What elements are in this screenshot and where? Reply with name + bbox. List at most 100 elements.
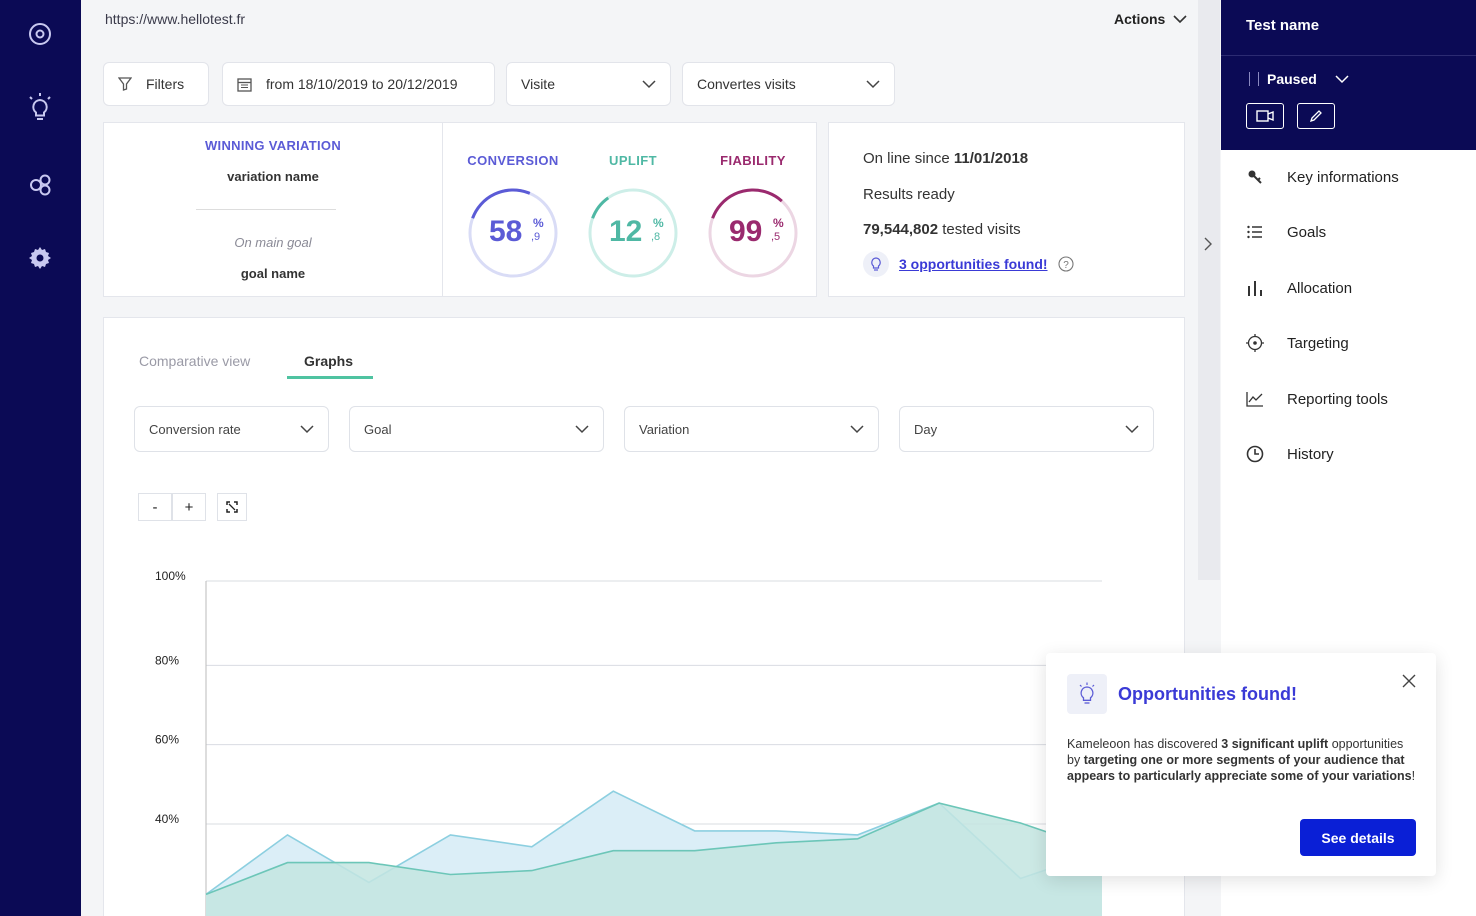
info-card: On line since 11/01/2018 Results ready 7…: [828, 122, 1185, 297]
help-icon[interactable]: ?: [1057, 256, 1074, 272]
popup-text-1: Kameleoon has discovered: [1067, 737, 1222, 751]
clock-icon: [1245, 444, 1265, 464]
sidebar-item-history[interactable]: History: [1245, 444, 1334, 464]
visits-suffix: tested visits: [942, 221, 1021, 238]
winning-variation-card: WINNING VARIATION variation name On main…: [103, 122, 443, 297]
svg-text:?: ?: [1063, 260, 1069, 271]
test-header: Test name Paused: [1221, 0, 1476, 150]
tab-comparative-view[interactable]: Comparative view: [139, 353, 250, 369]
y-tick-label: 40%: [155, 812, 179, 826]
lightbulb-icon: [1067, 674, 1107, 714]
test-name: Test name: [1246, 17, 1320, 34]
variation-select[interactable]: Variation: [624, 406, 879, 452]
preview-button[interactable]: [1246, 103, 1284, 129]
sidebar-item-goals[interactable]: Goals: [1245, 222, 1326, 242]
metric-title: CONVERSION: [467, 153, 559, 168]
zoom-out-button[interactable]: -: [138, 493, 172, 521]
converted-visits-select[interactable]: Convertes visits: [682, 62, 895, 106]
sidebar-item-allocation[interactable]: Allocation: [1245, 278, 1352, 298]
metric-decimal: ,8: [651, 231, 661, 243]
goal-select-value: Goal: [364, 421, 392, 437]
actions-menu[interactable]: Actions: [1114, 11, 1187, 27]
metric-percent: %: [653, 216, 664, 230]
expand-icon: [226, 501, 238, 513]
list-icon: [1245, 222, 1265, 242]
sidebar-item-key-informations[interactable]: Key informations: [1245, 167, 1399, 187]
collapse-panel-button[interactable]: [1199, 233, 1217, 255]
sidebar-item-targeting[interactable]: Targeting: [1245, 333, 1349, 353]
edit-button[interactable]: [1297, 103, 1335, 129]
chevron-down-icon: [1173, 14, 1187, 23]
metrics-card: CONVERSION 58% ,9 UPLIFT 12% ,8 FIABILITY 99% ,5: [442, 122, 817, 297]
sidebar-item-label: Reporting tools: [1287, 390, 1388, 408]
chevron-down-icon: [850, 424, 864, 433]
sidebar-item-label: Allocation: [1287, 279, 1353, 297]
winning-variation-title: WINNING VARIATION: [204, 138, 342, 153]
lightbulb-icon: [863, 251, 889, 277]
popup-text-bold-1: 3 significant uplift: [1221, 737, 1329, 751]
see-details-button[interactable]: See details: [1300, 819, 1416, 856]
conversion-chart: 100% 80% 60% 40%: [155, 569, 1103, 916]
divider: [196, 209, 336, 210]
chevron-down-icon: [866, 79, 880, 88]
results-status: Results ready: [863, 186, 955, 203]
lightbulb-icon[interactable]: [22, 90, 58, 126]
metric-value: 12: [609, 215, 643, 248]
target-icon[interactable]: [22, 16, 58, 52]
metric-percent: %: [773, 216, 784, 230]
hexagons-icon[interactable]: [22, 167, 58, 203]
sidebar-item-reporting-tools[interactable]: Reporting tools: [1245, 389, 1388, 409]
metric-select[interactable]: Conversion rate: [134, 406, 329, 452]
status-dropdown[interactable]: Paused: [1249, 71, 1349, 87]
visits-count: 79,544,802: [863, 221, 939, 238]
filters-button[interactable]: Filters: [103, 62, 209, 106]
chevron-down-icon: [1335, 74, 1349, 83]
y-tick-label: 60%: [155, 733, 179, 747]
opportunities-popup: Opportunities found! Kameleoon has disco…: [1046, 653, 1436, 876]
zoom-in-button[interactable]: +: [172, 493, 206, 521]
video-icon: [1256, 110, 1274, 122]
gear-icon[interactable]: [22, 240, 58, 276]
pause-icon: [1249, 72, 1259, 86]
chevron-down-icon: [642, 79, 656, 88]
bar-chart-icon: [1245, 278, 1265, 298]
online-prefix: On line since: [863, 150, 950, 167]
metric-decimal: ,5: [771, 231, 781, 243]
opportunities-link[interactable]: 3 opportunities found!: [899, 256, 1048, 272]
y-tick-label: 80%: [155, 653, 179, 667]
divider: [1221, 55, 1476, 56]
sidebar-item-label: Key informations: [1287, 168, 1399, 186]
variation-name: variation name: [227, 169, 319, 184]
opportunities-row: 3 opportunities found! ?: [863, 251, 1074, 277]
popup-text-3: !: [1411, 769, 1416, 783]
tested-visits: 79,544,802 tested visits: [863, 221, 1021, 238]
active-tab-indicator: [287, 376, 373, 379]
page-url: https://www.hellotest.fr: [105, 11, 246, 27]
online-since: On line since 11/01/2018: [863, 150, 1028, 167]
variation-select-value: Variation: [639, 421, 690, 437]
scrollbar[interactable]: [1198, 0, 1220, 580]
period-select[interactable]: Day: [899, 406, 1154, 452]
metric-title: FIABILITY: [720, 153, 786, 168]
left-nav: [0, 0, 81, 916]
sidebar-item-label: History: [1287, 445, 1334, 463]
goal-name: goal name: [240, 266, 306, 281]
calendar-icon: [237, 77, 252, 92]
metric-select-value: Conversion rate: [149, 421, 241, 437]
y-tick-label: 100%: [155, 569, 186, 583]
tab-graphs[interactable]: Graphs: [304, 353, 353, 369]
date-range-picker[interactable]: from 18/10/2019 to 20/12/2019: [222, 62, 495, 106]
close-icon[interactable]: [1400, 672, 1418, 690]
popup-title: Opportunities found!: [1118, 684, 1297, 704]
fullscreen-button[interactable]: [217, 493, 247, 521]
goal-select[interactable]: Goal: [349, 406, 604, 452]
metric-value: 99: [729, 215, 763, 248]
metric-percent: %: [533, 216, 544, 230]
visit-select[interactable]: Visite: [506, 62, 671, 106]
online-date: 11/01/2018: [953, 150, 1029, 167]
chevron-down-icon: [300, 424, 314, 433]
chevron-right-icon: [1204, 237, 1212, 251]
actions-label: Actions: [1114, 11, 1166, 27]
chevron-down-icon: [1125, 424, 1139, 433]
converted-select-value: Convertes visits: [697, 76, 796, 92]
